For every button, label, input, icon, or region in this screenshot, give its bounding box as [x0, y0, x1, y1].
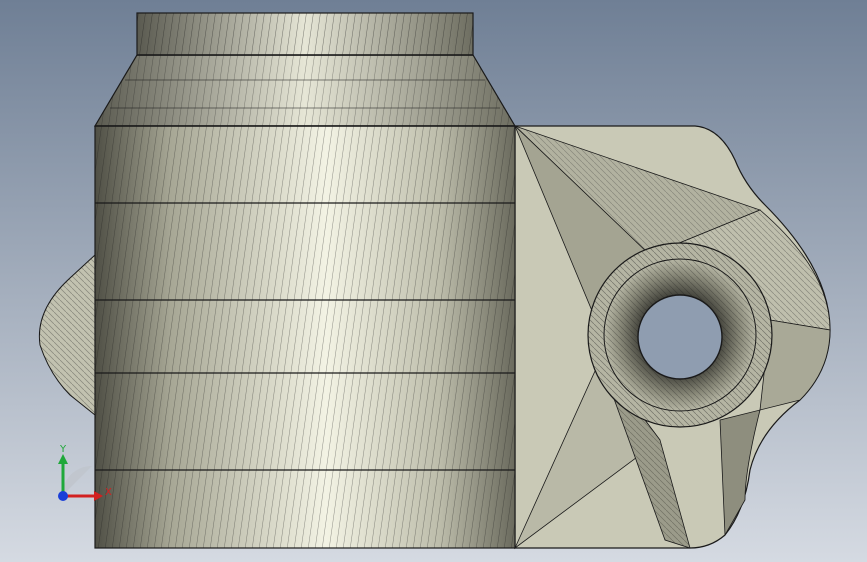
- view-orientation-triad[interactable]: Y X: [48, 440, 118, 510]
- y-arrow-head: [58, 454, 68, 464]
- z-axis-dot: [58, 491, 68, 501]
- y-axis-label: Y: [59, 444, 67, 455]
- x-axis-label: X: [105, 487, 112, 498]
- model-view[interactable]: [0, 0, 867, 562]
- graphics-viewport[interactable]: Y X: [0, 0, 867, 562]
- main-cylinder: [93, 12, 517, 549]
- x-arrow-head: [94, 491, 103, 501]
- through-hole: [637, 294, 723, 380]
- mounting-boss: [587, 242, 773, 428]
- triad-arc: [62, 466, 92, 496]
